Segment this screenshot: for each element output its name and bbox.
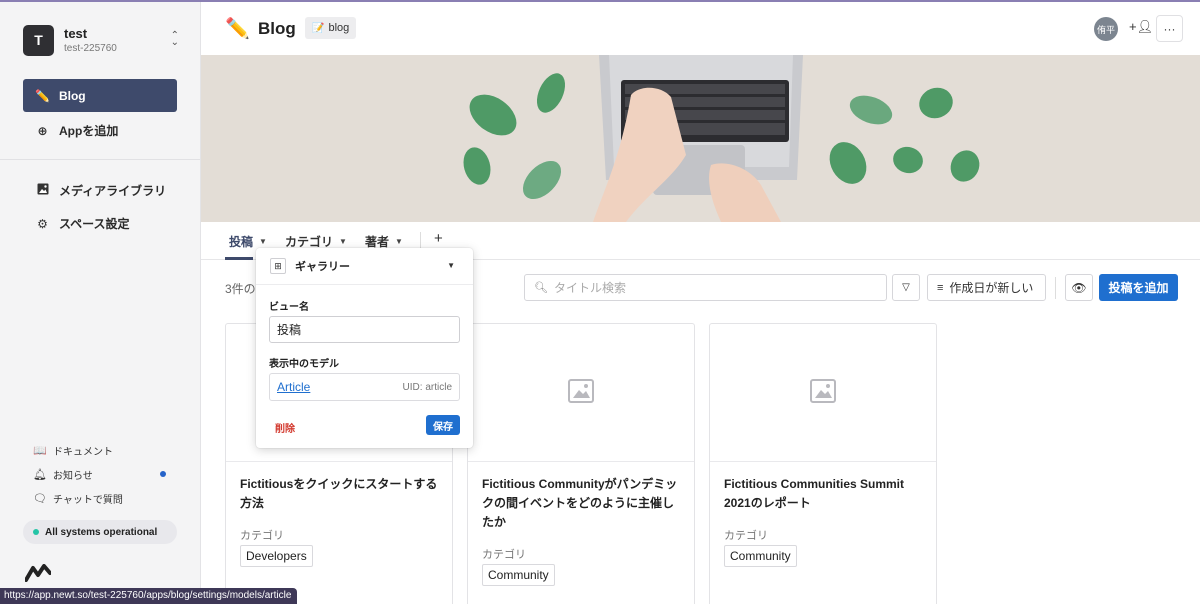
model-uid: UID: article	[402, 381, 452, 393]
image-icon	[35, 183, 50, 198]
chat-label: チャットで質問	[53, 495, 123, 506]
docs-link[interactable]: 📖 ドキュメント	[33, 443, 113, 458]
card-thumbnail	[468, 324, 694, 462]
window-top-accent	[0, 0, 1200, 2]
view-type-select[interactable]: ⊞ ギャラリー ▼	[256, 248, 473, 285]
view-name-input[interactable]	[269, 316, 460, 343]
card-category-tag: Community	[724, 545, 797, 567]
plus-circle-icon: ⊕	[37, 123, 48, 138]
status-label: All systems operational	[45, 526, 158, 538]
card-category-label: カテゴリ	[240, 530, 284, 542]
sort-label: 作成日が新しい	[949, 281, 1034, 295]
sidebar-item-blog[interactable]: ✏️ Blog	[23, 79, 177, 112]
sidebar: T test test-225760 ⌃ ⌄ ✏️ Blog ⊕ Appを追加 メ…	[0, 0, 201, 604]
app-uid-text: blog	[328, 22, 350, 34]
card-title: Fictitiousをクイックにスタートする方法	[240, 477, 438, 510]
add-member-icon[interactable]: +👤︎	[1129, 19, 1153, 35]
pencil-icon: 📝	[312, 22, 325, 34]
page-title: Blog	[258, 19, 296, 38]
model-label: 表示中のモデル	[269, 359, 339, 370]
content-card[interactable]: Fictitious Communities Summit 2021のレポート …	[709, 323, 937, 604]
system-status-badge[interactable]: All systems operational	[23, 520, 177, 544]
view-name-label: ビュー名	[269, 302, 309, 313]
active-tab-indicator	[225, 257, 253, 260]
eye-icon: 👁︎	[1071, 280, 1087, 295]
space-info: test test-225760	[64, 26, 117, 54]
caret-down-icon[interactable]: ▼	[339, 237, 347, 246]
pencil-icon: ✏️	[35, 88, 50, 103]
add-app-button[interactable]: ⊕ Appを追加	[35, 122, 118, 139]
notice-link[interactable]: 🔔︎ お知らせ	[33, 467, 93, 482]
toolbar-divider	[1055, 277, 1056, 299]
card-title: Fictitious Communityがパンデミックの間イベントをどのように主…	[482, 477, 678, 529]
cover-image	[201, 55, 1200, 222]
save-button[interactable]: 保存	[426, 415, 460, 435]
view-type-label: ギャラリー	[295, 261, 350, 273]
unread-dot	[160, 471, 166, 477]
card-category-tag: Developers	[240, 545, 313, 567]
tab-label: 投稿	[229, 235, 254, 249]
filter-icon: ▽	[902, 282, 910, 293]
status-dot	[33, 529, 39, 535]
add-post-button[interactable]: 投稿を追加	[1099, 274, 1178, 301]
space-switcher[interactable]: T test test-225760 ⌃ ⌄	[23, 24, 183, 56]
docs-label: ドキュメント	[53, 447, 113, 458]
card-category-label: カテゴリ	[482, 549, 526, 561]
view-settings-popover: ⊞ ギャラリー ▼ ビュー名 表示中のモデル Article UID: arti…	[256, 248, 473, 448]
item-count: 3件の	[225, 282, 256, 296]
app-header: ✏️ Blog 📝 blog 侑平 +👤︎ ···	[201, 2, 1200, 55]
model-info: Article UID: article	[269, 373, 460, 401]
chat-link[interactable]: 🗨︎ チャットで質問	[33, 491, 123, 506]
chat-bubble-icon: 🗨︎	[33, 493, 47, 505]
filter-button[interactable]: ▽	[892, 274, 920, 301]
image-placeholder-icon	[568, 379, 594, 406]
search-icon: 🔍︎	[534, 282, 548, 294]
more-options-button[interactable]: ···	[1156, 15, 1183, 42]
sidebar-item-space-settings[interactable]: ⚙ スペース設定	[35, 215, 130, 232]
grid-icon: ⊞	[270, 258, 286, 274]
space-name: test	[64, 26, 88, 41]
add-model-icon[interactable]: +	[434, 230, 443, 247]
app-uid-badge: 📝 blog	[305, 17, 357, 39]
sidebar-item-media-library[interactable]: メディアライブラリ	[35, 182, 166, 199]
notice-label: お知らせ	[53, 471, 93, 482]
sidebar-item-label: Blog	[58, 88, 86, 103]
gear-icon: ⚙	[37, 216, 48, 231]
search-input[interactable]	[553, 280, 854, 295]
delete-button[interactable]: 削除	[275, 420, 295, 435]
sidebar-item-label: メディアライブラリ	[59, 184, 167, 198]
link-url-status: https://app.newt.so/test-225760/apps/blo…	[0, 588, 298, 604]
add-app-label: Appを追加	[59, 124, 119, 138]
pencil-icon: ✏️	[225, 18, 250, 40]
caret-down-icon[interactable]: ▼	[259, 237, 267, 246]
search-box: 🔍︎	[524, 274, 887, 301]
newt-logo-icon	[24, 564, 52, 585]
model-link[interactable]: Article	[277, 380, 310, 394]
image-placeholder-icon	[810, 379, 836, 406]
content-card[interactable]: Fictitious Communityがパンデミックの間イベントをどのように主…	[467, 323, 695, 604]
card-title: Fictitious Communities Summit 2021のレポート	[724, 477, 905, 510]
caret-down-icon[interactable]: ▼	[447, 261, 455, 270]
sidebar-item-label: スペース設定	[59, 217, 130, 231]
sort-button[interactable]: ≡ 作成日が新しい	[927, 274, 1046, 301]
space-id: test-225760	[64, 43, 117, 54]
book-icon: 📖	[33, 445, 47, 457]
sort-lines-icon: ≡	[937, 281, 944, 294]
sidebar-divider	[0, 159, 200, 160]
space-avatar: T	[23, 24, 54, 56]
card-category-tag: Community	[482, 564, 555, 586]
chevron-updown-icon[interactable]: ⌃ ⌄	[171, 31, 179, 48]
card-thumbnail	[710, 324, 936, 462]
card-category-label: カテゴリ	[724, 530, 768, 542]
caret-down-icon[interactable]: ▼	[395, 237, 403, 246]
preview-button[interactable]: 👁︎	[1065, 274, 1093, 301]
avatar[interactable]: 侑平	[1094, 17, 1118, 41]
bell-icon: 🔔︎	[33, 469, 47, 481]
